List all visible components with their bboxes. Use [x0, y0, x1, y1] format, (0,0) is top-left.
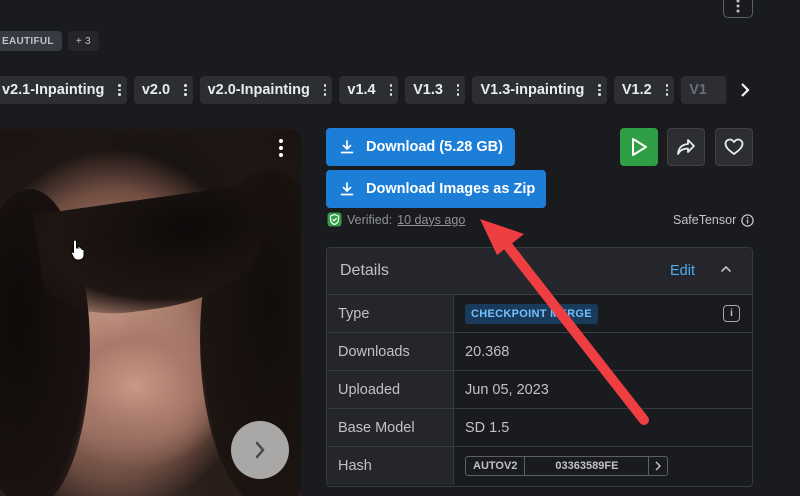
chevron-right-icon [655, 461, 662, 471]
more-vertical-icon[interactable] [389, 84, 393, 96]
version-tab[interactable]: V1.3 [405, 76, 466, 104]
versions-scroll-right-button[interactable] [726, 76, 750, 104]
version-tab-label: V1.3 [413, 82, 443, 98]
details-key: Type [327, 295, 454, 332]
version-tab[interactable]: v2.1-Inpainting [0, 76, 127, 104]
run-model-button[interactable] [620, 128, 658, 166]
download-icon [340, 182, 354, 196]
version-tab-label: v1.4 [347, 82, 376, 98]
top-more-menu-button[interactable] [723, 0, 753, 18]
chevron-up-icon[interactable] [719, 262, 733, 276]
download-images-zip-button[interactable]: Download Images as Zip [326, 170, 546, 208]
shield-check-icon [327, 212, 342, 227]
details-key: Base Model [327, 409, 454, 446]
version-tab-label: V1.2 [621, 82, 652, 98]
details-value: 20.368 [465, 343, 510, 360]
file-format-info[interactable]: SafeTensor [673, 213, 754, 227]
version-tab[interactable]: V1 [681, 76, 727, 104]
details-row-type: Type CHECKPOINT MERGE i [327, 295, 752, 333]
version-tab[interactable]: v2.0 [133, 76, 193, 104]
version-tab[interactable]: V1.3-inpainting [472, 76, 607, 104]
details-key: Uploaded [327, 371, 454, 408]
verification-status: Verified: 10 days ago [327, 212, 465, 227]
info-icon[interactable]: i [723, 305, 740, 322]
chevron-right-icon [741, 83, 750, 97]
hand-cursor-icon [70, 239, 85, 261]
tag-chip[interactable]: EAUTIFUL [0, 31, 62, 51]
tag-list: EAUTIFUL + 3 [0, 31, 99, 51]
chevron-right-icon [255, 441, 265, 459]
version-tab[interactable]: V1.2 [613, 76, 675, 104]
more-vertical-icon[interactable] [118, 84, 121, 96]
download-button[interactable]: Download (5.28 GB) [326, 128, 515, 166]
favorite-button[interactable] [715, 128, 753, 166]
more-vertical-icon[interactable] [184, 84, 187, 96]
details-key: Downloads [327, 333, 454, 370]
hash-value[interactable]: 03363589FE [525, 457, 650, 475]
more-tags-button[interactable]: + 3 [67, 31, 99, 51]
preview-next-button[interactable] [231, 421, 289, 479]
model-type-badge: CHECKPOINT MERGE [465, 303, 598, 324]
share-button[interactable] [667, 128, 705, 166]
version-tab-label: v2.0-Inpainting [207, 82, 310, 98]
info-circle-icon [741, 213, 754, 227]
more-vertical-icon [736, 0, 740, 13]
details-row-hash: Hash AUTOV2 03363589FE [327, 447, 752, 485]
more-vertical-icon[interactable] [598, 84, 601, 96]
version-tab-label: v2.1-Inpainting [2, 82, 105, 98]
details-row-downloads: Downloads 20.368 [327, 333, 752, 371]
verified-time-link[interactable]: 10 days ago [397, 213, 465, 227]
version-tab[interactable]: v2.0-Inpainting [199, 76, 333, 104]
details-panel: Details Edit Type CHECKPOINT MERGE i Dow… [326, 247, 753, 487]
verified-label: Verified: [347, 212, 393, 227]
version-tabs: v2.1-Inpainting v2.0 v2.0-Inpainting v1.… [0, 76, 750, 104]
file-format-label: SafeTensor [673, 213, 737, 227]
more-vertical-icon[interactable] [323, 84, 327, 96]
hash-algorithm-select[interactable]: AUTOV2 [466, 457, 526, 475]
preview-more-button[interactable] [274, 137, 288, 159]
hash-next-button[interactable] [649, 457, 667, 475]
details-row-uploaded: Uploaded Jun 05, 2023 [327, 371, 752, 409]
details-title: Details [340, 262, 389, 279]
hash-widget[interactable]: AUTOV2 03363589FE [465, 456, 669, 476]
details-value: Jun 05, 2023 [465, 381, 549, 398]
download-button-label: Download (5.28 GB) [366, 139, 503, 155]
more-vertical-icon[interactable] [665, 84, 669, 96]
version-tab-label: v2.0 [141, 82, 171, 98]
download-icon [340, 140, 354, 154]
details-value: SD 1.5 [465, 419, 510, 436]
version-tab-label: V1 [689, 82, 707, 98]
heart-icon [724, 138, 744, 155]
edit-details-link[interactable]: Edit [670, 263, 695, 279]
more-vertical-icon[interactable] [456, 84, 460, 96]
details-key: Hash [327, 447, 454, 485]
details-row-base-model: Base Model SD 1.5 [327, 409, 752, 447]
version-tab-label: V1.3-inpainting [480, 82, 585, 98]
play-icon [632, 138, 647, 156]
details-header[interactable]: Details Edit [327, 248, 752, 295]
version-tab[interactable]: v1.4 [339, 76, 399, 104]
download-images-zip-label: Download Images as Zip [366, 181, 536, 197]
share-icon [677, 139, 695, 155]
